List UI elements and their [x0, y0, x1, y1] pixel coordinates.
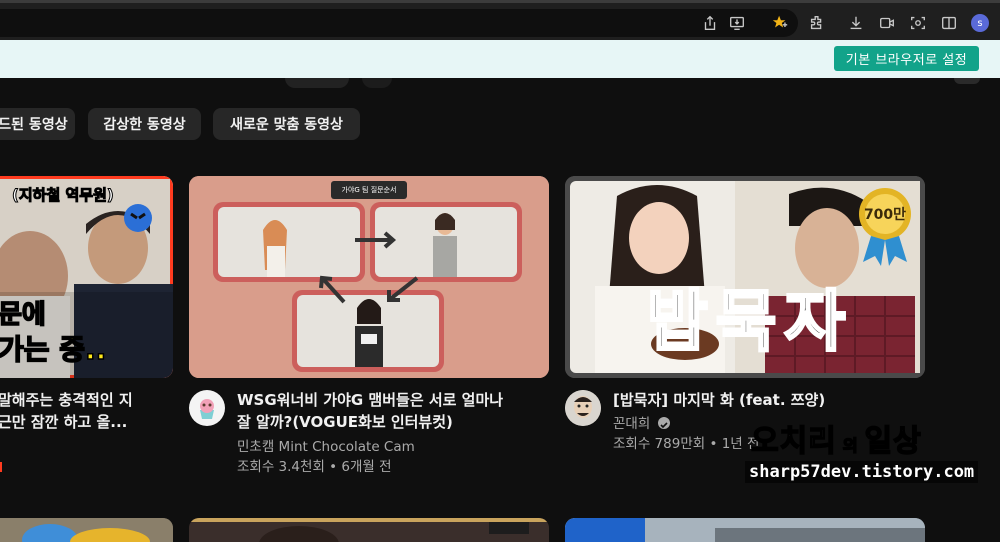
video-stats-3: 조회수 789만회 • 1년 전	[613, 436, 760, 452]
channel-avatar-3[interactable]	[565, 390, 601, 426]
address-bar[interactable]	[0, 9, 798, 37]
extensions-icon[interactable]	[807, 13, 827, 33]
browser-toolbar: s	[0, 0, 1000, 40]
account-avatar-edge[interactable]	[954, 78, 980, 84]
video-title-2[interactable]: WSG워너비 가야G 맴버들은 서로 얼마나 잘 알까?(VOGUE화보 인터뷰…	[237, 389, 557, 433]
video-title-3[interactable]: [밥묵자] 마지막 화 (feat. 쯔양)	[613, 389, 933, 411]
voice-search-button-edge[interactable]	[362, 78, 392, 88]
thumb1-caption-line1: 문에	[0, 299, 47, 331]
video1-progress-mark	[0, 462, 2, 472]
page-root: s 기본 브라우저로 설정 로드된 동영상 감상한 동영상 새로운 맞춤 동영상…	[0, 0, 1000, 542]
video-thumbnail-1[interactable]: (지하철 역무원) 문에 가는 중..	[0, 176, 173, 378]
watermark-main-text: 오치리	[750, 423, 837, 460]
video-thumbnail-4[interactable]	[0, 518, 173, 542]
watermark-url: sharp57dev.tistory.com	[745, 461, 979, 483]
chip-new-recommended[interactable]: 새로운 맞춤 동영상	[213, 108, 360, 140]
watermark-title: 오치리 의 일상	[750, 416, 922, 460]
video-title-1-line2: 근만 잠깐 하고 올...	[0, 413, 128, 431]
channel-name-3-row[interactable]: 꼰대희	[613, 414, 670, 434]
default-browser-infobar: 기본 브라우저로 설정	[0, 40, 1000, 78]
profile-avatar[interactable]: s	[971, 14, 989, 32]
thumb2-label: 가야G 팀 질문순서	[341, 186, 397, 194]
chip-loaded-videos[interactable]: 로드된 동영상	[0, 108, 75, 140]
channel-name-2[interactable]: 민초캠 Mint Chocolate Cam	[237, 437, 415, 457]
channel-avatar-2[interactable]	[189, 390, 225, 426]
screenshot-icon[interactable]	[908, 13, 928, 33]
channel-name-3: 꼰대희	[613, 416, 651, 432]
share-icon[interactable]	[700, 13, 720, 33]
thumb3-overlay-text: 밥묵자	[645, 281, 854, 362]
video-icon[interactable]	[877, 13, 897, 33]
video-title-1-line1: 말해주는 충격적인 지	[0, 391, 133, 409]
thumb1-caption-line2: 가는 중..	[0, 333, 107, 367]
install-app-icon[interactable]	[727, 13, 747, 33]
split-view-icon[interactable]	[939, 13, 959, 33]
video-thumbnail-3[interactable]: 700만 밥묵자	[565, 176, 925, 378]
set-default-browser-button[interactable]: 기본 브라우저로 설정	[834, 46, 979, 71]
thumb1-top-caption: (지하철 역무원)	[12, 186, 115, 205]
video-thumbnail-2[interactable]: 가야G 팀 질문순서	[189, 176, 549, 378]
favorites-star-icon[interactable]	[770, 13, 790, 33]
video-thumbnail-5[interactable]	[189, 518, 549, 542]
chip-watched-videos[interactable]: 감상한 동영상	[88, 108, 201, 140]
video-title-1[interactable]: 말해주는 충격적인 지 근만 잠깐 하고 올...	[0, 389, 173, 433]
video-thumbnail-6[interactable]	[565, 518, 925, 542]
video-title-2-line1: WSG워너비 가야G 맴버들은 서로 얼마나	[237, 391, 504, 409]
watermark-small-text: 의	[842, 435, 859, 456]
video-title-2-line2: 잘 알까?(VOGUE화보 인터뷰컷)	[237, 413, 453, 431]
video-stats-2: 조회수 3.4천회 • 6개월 전	[237, 459, 392, 475]
search-box-edge[interactable]	[285, 78, 349, 88]
download-icon[interactable]	[846, 13, 866, 33]
verified-badge-icon	[657, 417, 670, 429]
watermark-tail-text: 일상	[864, 423, 922, 460]
thumb3-badge: 700만	[863, 207, 907, 223]
